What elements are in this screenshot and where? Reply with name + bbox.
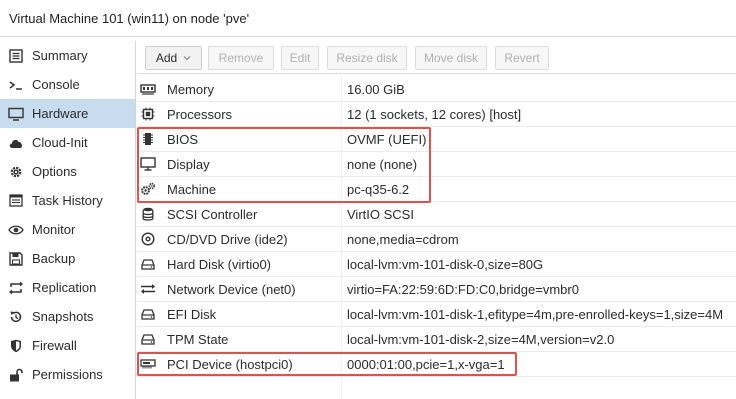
replication-icon bbox=[8, 280, 24, 296]
table-row[interactable]: Memory 16.00 GiB bbox=[137, 77, 736, 102]
edit-button[interactable]: Edit bbox=[281, 46, 319, 70]
row-value: virtio=FA:22:59:6D:FD:C0,bridge=vmbr0 bbox=[347, 282, 579, 297]
row-value: OVMF (UEFI) bbox=[347, 132, 427, 147]
table-row[interactable]: PCI Device (hostpci0) 0000:01:00,pcie=1,… bbox=[137, 352, 736, 377]
sidebar-item-hardware[interactable]: Hardware bbox=[0, 99, 135, 128]
row-value: none,media=cdrom bbox=[347, 232, 459, 247]
row-value: pc-q35-6.2 bbox=[347, 182, 410, 197]
row-value: 12 (1 sockets, 12 cores) [host] bbox=[347, 107, 522, 122]
cpu-icon bbox=[140, 106, 156, 122]
table-row[interactable]: SCSI Controller VirtIO SCSI bbox=[137, 202, 736, 227]
sidebar-item-task-history[interactable]: Task History bbox=[0, 186, 135, 215]
sidebar-item-label: Cloud-Init bbox=[32, 135, 88, 150]
gear-icon bbox=[8, 164, 24, 180]
revert-button[interactable]: Revert bbox=[495, 46, 549, 70]
row-name: EFI Disk bbox=[167, 307, 217, 322]
row-value: local-lvm:vm-101-disk-0,size=80G bbox=[347, 257, 544, 272]
history-icon bbox=[8, 309, 24, 325]
sidebar-item-monitor[interactable]: Monitor bbox=[0, 215, 135, 244]
toolbar: Add Remove Edit Resize disk Move disk Re… bbox=[137, 41, 736, 74]
sidebar-item-label: Backup bbox=[32, 251, 76, 266]
row-name: BIOS bbox=[167, 132, 199, 147]
sidebar-item-summary[interactable]: Summary bbox=[0, 41, 135, 70]
add-button-label: Add bbox=[155, 51, 178, 65]
row-name: Hard Disk (virtio0) bbox=[167, 257, 272, 272]
row-value: 0000:01:00,pcie=1,x-vga=1 bbox=[347, 357, 505, 372]
table-row[interactable]: Display none (none) bbox=[137, 152, 736, 177]
resize-disk-button[interactable]: Resize disk bbox=[327, 46, 407, 70]
table-row[interactable]: Network Device (net0) virtio=FA:22:59:6D… bbox=[137, 277, 736, 302]
row-name: Network Device (net0) bbox=[167, 282, 296, 297]
memory-icon bbox=[140, 81, 156, 97]
database-icon bbox=[140, 206, 156, 222]
row-name: CD/DVD Drive (ide2) bbox=[167, 232, 288, 247]
window-title: Virtual Machine 101 (win11) on node 'pve… bbox=[9, 11, 250, 26]
row-name: Processors bbox=[167, 107, 233, 122]
cdrom-icon bbox=[140, 231, 156, 247]
summary-icon bbox=[8, 48, 24, 64]
sidebar-item-label: Console bbox=[32, 77, 80, 92]
eye-icon bbox=[8, 222, 24, 238]
unlock-icon bbox=[8, 367, 24, 383]
row-name: Machine bbox=[167, 182, 217, 197]
cogs-icon bbox=[140, 181, 156, 197]
console-icon bbox=[8, 77, 24, 93]
hardware-icon bbox=[8, 106, 24, 122]
row-value: none (none) bbox=[347, 157, 418, 172]
sidebar-item-label: Snapshots bbox=[32, 309, 94, 324]
table-row[interactable]: CD/DVD Drive (ide2) none,media=cdrom bbox=[137, 227, 736, 252]
task-history-icon bbox=[8, 193, 24, 209]
table-row[interactable]: BIOS OVMF (UEFI) bbox=[137, 127, 736, 152]
table-row[interactable]: EFI Disk local-lvm:vm-101-disk-1,efitype… bbox=[137, 302, 736, 327]
sidebar-item-label: Monitor bbox=[32, 222, 76, 237]
cloud-icon bbox=[8, 135, 24, 151]
floppy-icon bbox=[8, 251, 24, 267]
hdd-icon bbox=[140, 256, 156, 272]
row-value: 16.00 GiB bbox=[347, 82, 405, 97]
table-row[interactable]: Machine pc-q35-6.2 bbox=[137, 177, 736, 202]
table-row[interactable]: TPM State local-lvm:vm-101-disk-2,size=4… bbox=[137, 327, 736, 352]
table-row[interactable]: Processors 12 (1 sockets, 12 cores) [hos… bbox=[137, 102, 736, 127]
bios-chip-icon bbox=[140, 131, 156, 147]
add-button[interactable]: Add bbox=[145, 46, 202, 70]
sidebar-item-label: Summary bbox=[32, 48, 88, 63]
sidebar-item-firewall[interactable]: Firewall bbox=[0, 331, 135, 360]
sidebar-item-label: Options bbox=[32, 164, 77, 179]
row-name: TPM State bbox=[167, 332, 229, 347]
row-name: PCI Device (hostpci0) bbox=[167, 357, 293, 372]
title-bar: Virtual Machine 101 (win11) on node 'pve… bbox=[0, 0, 736, 37]
row-value: local-lvm:vm-101-disk-1,efitype=4m,pre-e… bbox=[347, 307, 724, 322]
sidebar-item-cloud-init[interactable]: Cloud-Init bbox=[0, 128, 135, 157]
sidebar-item-label: Replication bbox=[32, 280, 97, 295]
row-name: Memory bbox=[167, 82, 214, 97]
sidebar-item-label: Hardware bbox=[32, 106, 89, 121]
row-name: SCSI Controller bbox=[167, 207, 258, 222]
monitor-icon bbox=[140, 156, 156, 172]
pci-card-icon bbox=[140, 356, 156, 372]
sidebar-item-snapshots[interactable]: Snapshots bbox=[0, 302, 135, 331]
sidebar-item-label: Permissions bbox=[32, 367, 103, 382]
row-value: VirtIO SCSI bbox=[347, 207, 414, 222]
table-row[interactable]: Hard Disk (virtio0) local-lvm:vm-101-dis… bbox=[137, 252, 736, 277]
chevron-down-icon bbox=[183, 54, 191, 62]
sidebar-item-replication[interactable]: Replication bbox=[0, 273, 135, 302]
sidebar-item-permissions[interactable]: Permissions bbox=[0, 360, 135, 389]
move-disk-button[interactable]: Move disk bbox=[415, 46, 487, 70]
shield-icon bbox=[8, 338, 24, 354]
sidebar: Summary Console Hardware Cloud-Init Opti… bbox=[0, 41, 136, 399]
sidebar-item-options[interactable]: Options bbox=[0, 157, 135, 186]
row-name: Display bbox=[167, 157, 210, 172]
sidebar-item-backup[interactable]: Backup bbox=[0, 244, 135, 273]
sidebar-item-console[interactable]: Console bbox=[0, 70, 135, 99]
hdd-icon bbox=[140, 306, 156, 322]
hdd-icon bbox=[140, 331, 156, 347]
sidebar-item-label: Firewall bbox=[32, 338, 77, 353]
row-value: local-lvm:vm-101-disk-2,size=4M,version=… bbox=[347, 332, 615, 347]
remove-button[interactable]: Remove bbox=[208, 46, 274, 70]
hardware-grid: Memory 16.00 GiB Processors 12 (1 socket… bbox=[137, 75, 736, 399]
sidebar-item-label: Task History bbox=[32, 193, 103, 208]
exchange-icon bbox=[140, 281, 156, 297]
